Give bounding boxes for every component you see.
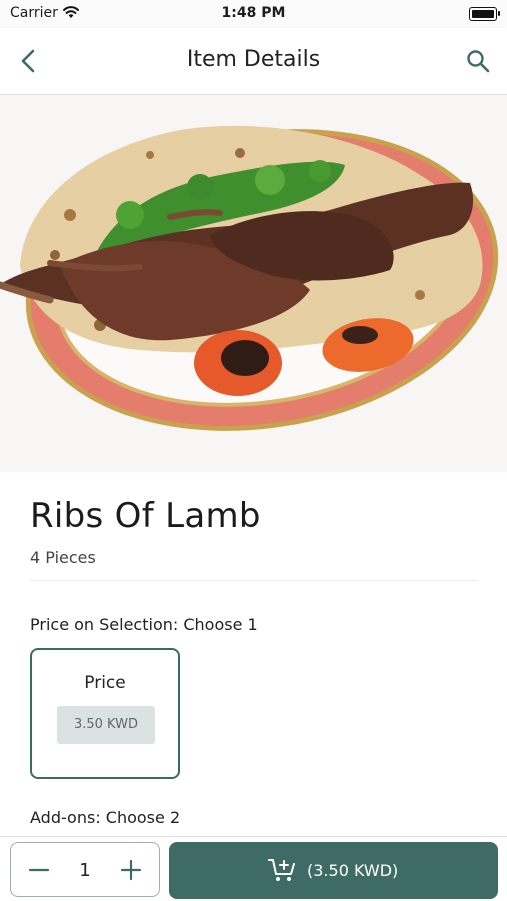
cart-add-icon xyxy=(268,859,295,881)
search-icon[interactable] xyxy=(463,46,493,76)
clock: 1:48 PM xyxy=(221,5,286,21)
item-description: 4 Pieces xyxy=(30,548,96,567)
bottom-action-bar: 1 (3.50 KWD) xyxy=(0,836,507,901)
price-selection-title: Price on Selection: Choose 1 xyxy=(30,615,258,634)
page-title: Item Details xyxy=(186,47,321,72)
battery-icon xyxy=(469,7,500,21)
divider xyxy=(30,580,477,581)
plus-icon[interactable] xyxy=(119,857,143,883)
add-to-cart-button[interactable]: (3.50 KWD) xyxy=(169,842,498,899)
nav-bar: Item Details xyxy=(0,28,507,95)
price-option-card[interactable]: Price 3.50 KWD xyxy=(30,648,180,779)
price-option-value: 3.50 KWD xyxy=(57,706,155,744)
item-name: Ribs Of Lamb xyxy=(30,496,261,536)
status-bar: Carrier 1:48 PM xyxy=(0,0,507,28)
lamb-ribs-photo xyxy=(0,95,507,472)
addons-title: Add-ons: Choose 2 xyxy=(30,808,181,827)
price-option-label: Price xyxy=(84,673,126,693)
quantity-stepper: 1 xyxy=(10,842,160,897)
add-to-cart-label: (3.50 KWD) xyxy=(307,861,399,880)
item-image xyxy=(0,95,507,472)
